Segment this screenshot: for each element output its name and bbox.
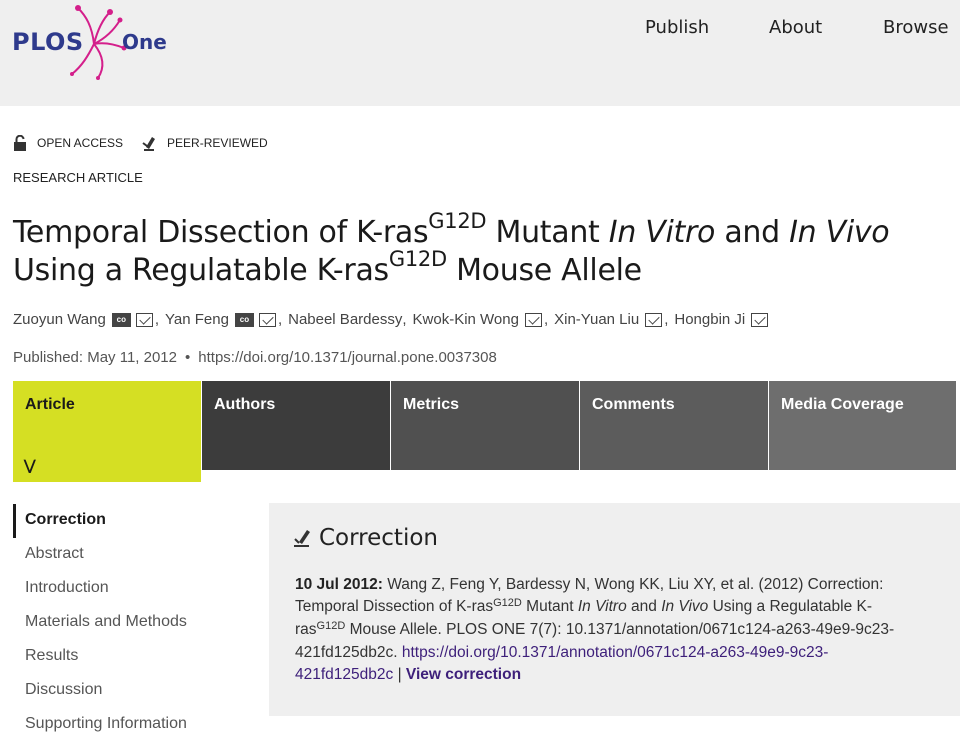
email-icon[interactable]	[751, 312, 769, 327]
correction-superscript: G12D	[316, 620, 346, 632]
orcid-icon[interactable]: co	[111, 312, 131, 327]
correction-date: 10 Jul 2012:	[295, 576, 383, 593]
author-name[interactable]: Xin-Yuan Liu	[554, 311, 639, 328]
correction-italic: In Vivo	[661, 598, 709, 615]
article-type: RESEARCH ARTICLE	[13, 170, 143, 185]
author-separator: ,	[277, 311, 283, 328]
correction-text-part: and	[626, 598, 662, 615]
title-italic: In Vivo	[789, 215, 890, 250]
nav-publish[interactable]: Publish	[645, 17, 709, 38]
title-text: Mutant	[486, 215, 609, 250]
peer-reviewed-label: PEER-REVIEWED	[167, 136, 268, 150]
title-text: Mouse Allele	[446, 253, 642, 288]
email-icon[interactable]	[645, 312, 663, 327]
author[interactable]: Yan Feng co	[165, 311, 278, 328]
title-superscript: G12D	[388, 247, 447, 271]
author-list: Zuoyun Wang co , Yan Feng co , Nabeel Ba…	[13, 311, 770, 328]
unlock-icon	[14, 135, 26, 151]
author-separator: ,	[402, 311, 407, 328]
correction-heading: Correction	[319, 525, 438, 551]
title-text: and	[715, 215, 790, 250]
nav-about[interactable]: About	[769, 17, 822, 38]
author[interactable]: Xin-Yuan Liu	[554, 311, 664, 328]
author-name[interactable]: Hongbin Ji	[674, 311, 745, 328]
correction-pen-icon	[294, 530, 310, 547]
toc-item-materials-and-methods[interactable]: Materials and Methods	[13, 606, 243, 640]
tab-comments[interactable]: Comments	[580, 381, 768, 470]
tab-label: Authors	[214, 396, 276, 413]
orcid-icon[interactable]: co	[234, 312, 254, 327]
title-italic: In Vitro	[608, 215, 716, 250]
toc-item-discussion[interactable]: Discussion	[13, 674, 243, 708]
tab-article[interactable]: Article ⋁	[13, 381, 201, 482]
logo-text: PLOS	[12, 28, 84, 56]
view-correction-link[interactable]: View correction	[406, 666, 521, 683]
tab-label: Metrics	[403, 396, 460, 413]
open-access-flag: OPEN ACCESS	[13, 135, 123, 151]
tab-label: Article	[25, 396, 75, 413]
correction-text: 10 Jul 2012: Wang Z, Feng Y, Bardessy N,…	[295, 574, 915, 686]
author-separator: ,	[154, 311, 159, 328]
correction-italic: In Vitro	[577, 598, 627, 615]
link-divider: |	[393, 666, 406, 683]
correction-notice: Correction 10 Jul 2012: Wang Z, Feng Y, …	[269, 503, 960, 716]
title-text: Temporal Dissection of K-ras	[13, 215, 429, 250]
correction-text-part: Mutant	[521, 598, 578, 615]
peer-reviewed-icon	[142, 137, 156, 151]
author-name[interactable]: Zuoyun Wang	[13, 311, 106, 328]
correction-header: Correction	[293, 525, 438, 551]
article-title: Temporal Dissection of K-rasG12D Mutant …	[13, 209, 953, 291]
author[interactable]: Hongbin Ji	[674, 311, 770, 328]
article-doi[interactable]: https://doi.org/10.1371/journal.pone.003…	[198, 349, 497, 366]
tab-label: Comments	[592, 396, 675, 413]
published-date: Published: May 11, 2012	[13, 349, 177, 366]
toc-item-introduction[interactable]: Introduction	[13, 572, 243, 606]
author-separator: ,	[664, 311, 669, 328]
author-name[interactable]: Kwok-Kin Wong	[413, 311, 519, 328]
author-name[interactable]: Nabeel Bardessy	[288, 311, 402, 328]
plos-one-logo[interactable]: PLOS One	[12, 4, 182, 84]
tab-label: Media Coverage	[781, 396, 904, 413]
title-superscript: G12D	[428, 209, 487, 233]
author-separator: ,	[543, 311, 549, 328]
logo-suffix: One	[122, 30, 167, 54]
tab-media-coverage[interactable]: Media Coverage	[769, 381, 956, 470]
toc-item-correction[interactable]: Correction	[13, 504, 243, 538]
chevron-down-icon[interactable]: ⋁	[24, 457, 35, 474]
tab-authors[interactable]: Authors	[202, 381, 390, 470]
author[interactable]: Kwok-Kin Wong	[413, 311, 544, 328]
table-of-contents: Correction Abstract Introduction Materia…	[13, 504, 243, 742]
article-tabs: Article ⋁ Authors Metrics Comments Media…	[13, 381, 956, 482]
email-icon[interactable]	[135, 312, 153, 327]
toc-item-supporting-information[interactable]: Supporting Information	[13, 708, 243, 742]
publication-info: Published: May 11, 2012 • https://doi.org/…	[13, 349, 497, 366]
site-header: PLOS One Publish About Browse	[0, 0, 960, 106]
author[interactable]: Nabeel Bardessy	[288, 311, 402, 328]
open-access-label: OPEN ACCESS	[37, 136, 124, 150]
email-icon[interactable]	[258, 312, 276, 327]
peer-reviewed-flag: PEER-REVIEWED	[141, 134, 268, 152]
title-text: Using a Regulatable K-ras	[13, 253, 389, 288]
correction-superscript: G12D	[493, 597, 522, 609]
email-icon[interactable]	[524, 312, 542, 327]
toc-item-abstract[interactable]: Abstract	[13, 538, 243, 572]
toc-item-results[interactable]: Results	[13, 640, 243, 674]
author-name[interactable]: Yan Feng	[165, 311, 229, 328]
article-flags: OPEN ACCESS PEER-REVIEWED	[13, 134, 286, 152]
bullet-separator: •	[185, 349, 191, 366]
tab-metrics[interactable]: Metrics	[391, 381, 579, 470]
nav-browse[interactable]: Browse	[883, 17, 949, 38]
author[interactable]: Zuoyun Wang co	[13, 311, 155, 328]
